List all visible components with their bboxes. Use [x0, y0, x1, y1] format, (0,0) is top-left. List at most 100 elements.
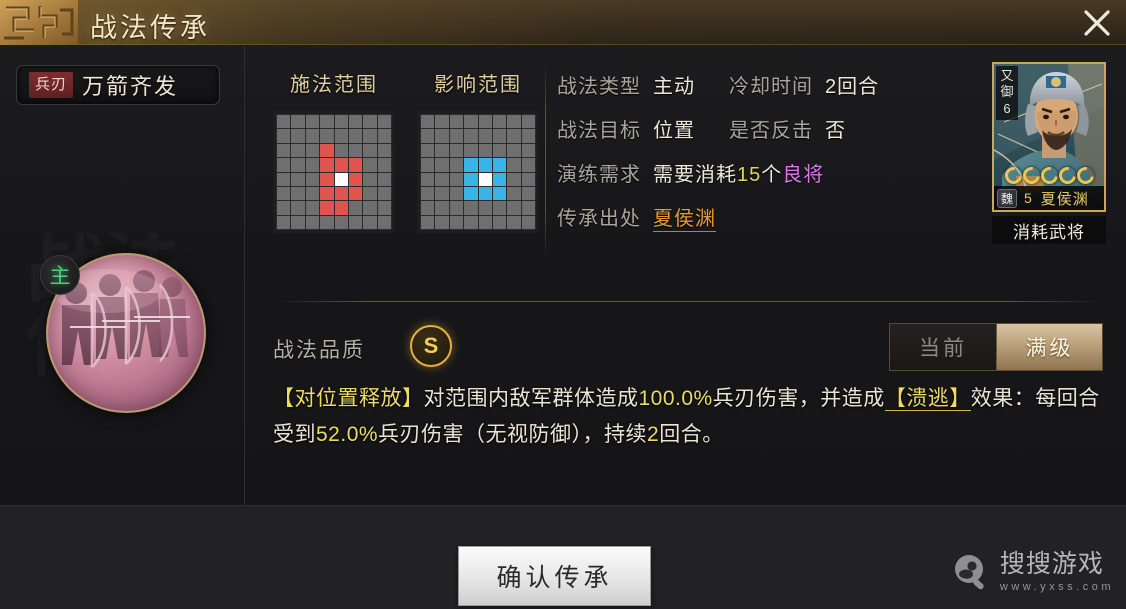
- grid-cell: [305, 186, 320, 201]
- grid-cell: [492, 215, 507, 229]
- grid-cell: [449, 215, 464, 229]
- grid-cell: [449, 158, 464, 172]
- quality-row: 战法品质 S 当前 满级: [273, 323, 1103, 373]
- grid-cell: [507, 172, 521, 186]
- grid-cell: [377, 129, 391, 143]
- grid-cell: [421, 143, 435, 158]
- grid-cell: [334, 115, 348, 129]
- source-link[interactable]: 夏侯渊: [653, 208, 716, 232]
- general-star-rating: [994, 163, 1104, 188]
- grid-cell: [435, 143, 449, 158]
- stats-table: 战法类型 主动 冷却时间 2回合 战法目标 位置 是否反击 否 演练需求 需要消…: [557, 70, 997, 246]
- grid-cell: [507, 215, 521, 229]
- close-icon[interactable]: [1076, 2, 1118, 44]
- stat-value: 否: [825, 120, 846, 142]
- consumed-general-caption: 消耗武将: [992, 216, 1106, 244]
- general-level: 5: [1024, 190, 1032, 206]
- general-footer: 魏 5 夏侯渊: [994, 186, 1104, 210]
- grid-cell: [305, 115, 320, 129]
- grid-cell: [492, 158, 507, 172]
- grid-cell: [478, 158, 492, 172]
- grid-cell: [435, 201, 449, 215]
- level-toggle: 当前 满级: [889, 323, 1103, 371]
- cast-range-label: 施法范围: [290, 74, 378, 96]
- grid-cell: [305, 158, 320, 172]
- grid-cell: [363, 143, 377, 158]
- grid-cell: [507, 115, 521, 129]
- grid-cell: [291, 115, 305, 129]
- grid-cell: [320, 158, 334, 172]
- grid-cell: [320, 143, 334, 158]
- grid-cell: [377, 201, 391, 215]
- grid-cell: [492, 172, 507, 186]
- grid-cell: [478, 143, 492, 158]
- grid-cell: [464, 215, 478, 229]
- badge-line-2: 御: [1000, 84, 1014, 100]
- requirement-prefix: 需要消耗: [653, 164, 737, 186]
- stat-label: 是否反击: [729, 120, 813, 142]
- grid-cell: [363, 115, 377, 129]
- grid-cell: [521, 129, 535, 143]
- grid-cell: [421, 201, 435, 215]
- grid-cell: [435, 172, 449, 186]
- desc-dot-pct: 52.0%: [316, 423, 379, 446]
- stat-label: 战法目标: [557, 120, 641, 142]
- cast-range-grid: [273, 111, 395, 233]
- star-icon: [1019, 163, 1043, 188]
- grid-cell: [377, 215, 391, 229]
- grid-cell: [492, 129, 507, 143]
- general-portrait: 又 御 6 魏 5 夏侯渊: [992, 62, 1106, 212]
- grid-cell: [320, 201, 334, 215]
- grid-cell: [277, 215, 291, 229]
- grid-cell: [320, 186, 334, 201]
- skill-type-tag: 兵刃: [29, 72, 74, 98]
- grid-cell: [492, 115, 507, 129]
- watermark-url: www.yxss.com: [999, 581, 1114, 593]
- grid-cell: [521, 143, 535, 158]
- desc-effect-name[interactable]: 【溃逃】: [884, 387, 971, 411]
- grid-cell: [334, 129, 348, 143]
- badge-line-3: 6: [1003, 100, 1011, 116]
- skill-name: 万箭齐发: [82, 74, 179, 99]
- grid-cell: [521, 115, 535, 129]
- grid-cell: [449, 172, 464, 186]
- grid-cell: [507, 143, 521, 158]
- desc-text-1: 对范围内敌军群体造成: [423, 387, 639, 410]
- grid-cell: [421, 158, 435, 172]
- grid-cell: [507, 129, 521, 143]
- grid-cell: [320, 215, 334, 229]
- skill-detail-panel: 施法范围 影响范围 战法类型 主动 冷却时间 2回合 战法目标 位置 是否反击 …: [245, 45, 1126, 505]
- grid-cell: [348, 172, 363, 186]
- grid-cell: [435, 186, 449, 201]
- consumed-general-card[interactable]: 又 御 6 魏 5 夏侯渊 消耗武将: [992, 62, 1106, 244]
- grid-cell: [377, 158, 391, 172]
- grid-cell: [492, 186, 507, 201]
- quality-label: 战法品质: [273, 339, 365, 362]
- ornament-icon: [0, 0, 78, 45]
- grid-cell: [363, 158, 377, 172]
- grid-cell: [363, 201, 377, 215]
- grid-cell: [421, 215, 435, 229]
- grid-cell: [320, 115, 334, 129]
- tactic-inheritance-dialog: 战法传承 兵刃 万箭齐发 战法传承: [0, 0, 1126, 609]
- grid-cell: [478, 115, 492, 129]
- desc-text-5: 回合。: [659, 423, 724, 446]
- grid-cell: [320, 129, 334, 143]
- tab-max-level[interactable]: 满级: [996, 324, 1102, 370]
- horizontal-divider: [273, 301, 1103, 302]
- stat-label: 战法类型: [557, 76, 641, 98]
- tab-current-level[interactable]: 当前: [890, 324, 996, 370]
- desc-text-4: 兵刃伤害（无视防御），持续: [378, 423, 648, 446]
- grid-cell: [464, 186, 478, 201]
- requirement-unit: 个: [761, 164, 783, 186]
- grid-cell: [334, 143, 348, 158]
- grid-cell: [348, 129, 363, 143]
- grid-cell: [305, 129, 320, 143]
- grid-cell: [334, 172, 348, 186]
- grid-cell: [277, 129, 291, 143]
- grid-cell: [363, 172, 377, 186]
- skill-icon-area: 战法传承: [26, 233, 206, 413]
- confirm-inherit-button[interactable]: 确认传承: [458, 546, 651, 606]
- grid-cell: [277, 115, 291, 129]
- grid-cell: [435, 215, 449, 229]
